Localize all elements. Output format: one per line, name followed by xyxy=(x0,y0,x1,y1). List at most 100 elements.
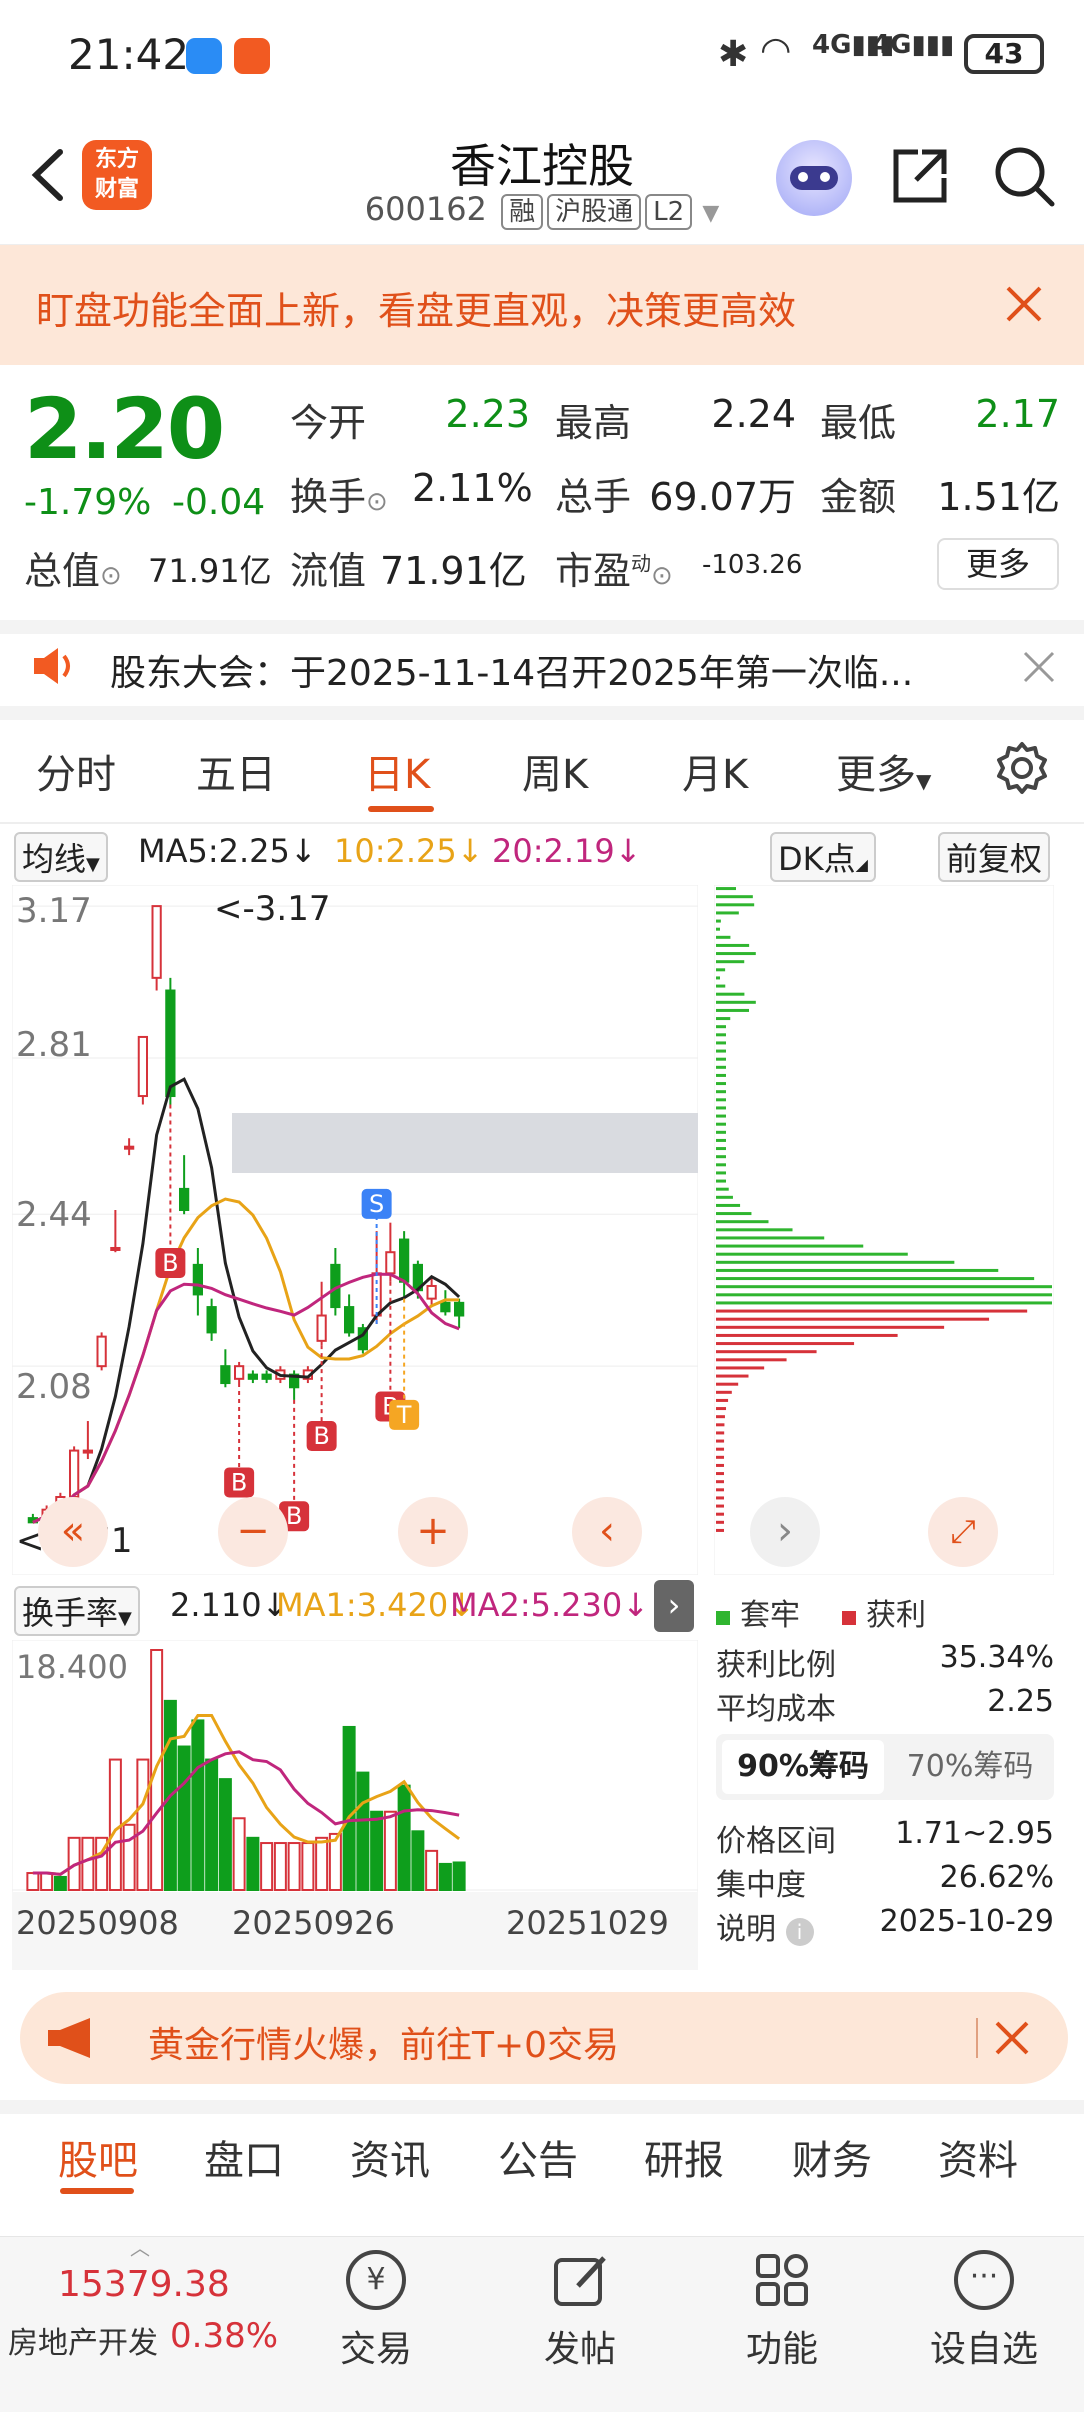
candle xyxy=(220,1365,231,1385)
candle xyxy=(179,1187,190,1212)
chip-bar xyxy=(716,1366,765,1370)
expand-icon[interactable]: ⤢ xyxy=(928,1497,998,1567)
signal-label: B xyxy=(313,1422,329,1450)
footer-function-label[interactable]: 功能 xyxy=(712,2320,852,2372)
signal-label: T xyxy=(396,1401,412,1429)
chip-bar xyxy=(716,1260,955,1264)
share-icon[interactable] xyxy=(888,144,952,208)
turnover-label[interactable]: 换手⊙ xyxy=(290,466,388,521)
info-icon: i xyxy=(785,1918,814,1946)
chip-bar xyxy=(716,943,750,947)
zoom-out-icon[interactable]: − xyxy=(218,1497,288,1567)
legend-profit: 获利 xyxy=(842,1590,926,1634)
promo-close-icon[interactable] xyxy=(994,2020,1030,2056)
chip-bar xyxy=(716,1439,725,1443)
chip-bar xyxy=(716,1041,726,1045)
tab-guba[interactable]: 股吧 xyxy=(58,2128,138,2186)
kline-chart[interactable]: BBBBBST 3.17 2.81 2.44 2.08 <-3.17 <-1.7… xyxy=(11,884,699,1576)
active-tab-indicator xyxy=(368,806,434,812)
turnover-bar xyxy=(397,1784,411,1891)
candle xyxy=(344,1306,355,1334)
tab-research[interactable]: 研报 xyxy=(644,2128,724,2186)
max-price-label: <-3.17 xyxy=(214,889,331,929)
index-value[interactable]: 15379.38 xyxy=(58,2264,230,2305)
volume-value: 69.07万 xyxy=(649,475,796,519)
signal-label: S xyxy=(369,1190,384,1218)
total-cap-label[interactable]: 总值⊙ xyxy=(24,540,122,595)
bottom-active-indicator xyxy=(60,2188,134,2194)
chip-bar xyxy=(716,1301,1052,1305)
signal-label: B xyxy=(286,1502,302,1530)
tab-profile[interactable]: 资料 xyxy=(938,2128,1018,2186)
candle xyxy=(82,1449,93,1454)
turnover-bar xyxy=(315,1836,329,1891)
tab-monthly-k[interactable]: 月K xyxy=(682,742,748,800)
chip-bar xyxy=(716,1415,725,1419)
tab-announcements[interactable]: 公告 xyxy=(498,2128,578,2186)
adjust-select[interactable]: 前复权 xyxy=(938,832,1051,882)
chip-bar xyxy=(716,1049,726,1053)
notice-close-icon[interactable] xyxy=(1022,650,1056,684)
turnover-bar xyxy=(218,1778,232,1891)
chip-bar xyxy=(716,1057,726,1061)
dk-point-select[interactable]: DK点◢ xyxy=(770,832,876,882)
candle xyxy=(247,1373,258,1380)
tab-chip-90[interactable]: 90%筹码 xyxy=(722,1740,884,1794)
tab-news[interactable]: 资讯 xyxy=(350,2128,430,2186)
edit-post-icon[interactable] xyxy=(550,2250,610,2310)
signal-label: B xyxy=(231,1468,247,1496)
footer-post-label[interactable]: 发帖 xyxy=(510,2320,650,2372)
function-grid-icon[interactable] xyxy=(752,2250,812,2310)
tab-five-day[interactable]: 五日 xyxy=(196,742,276,800)
candle xyxy=(399,1238,410,1283)
chip-bar xyxy=(716,1212,752,1216)
float-cap-value: 71.91亿 xyxy=(380,549,527,593)
candle xyxy=(206,1306,217,1334)
pan-left-icon[interactable]: « xyxy=(38,1497,108,1567)
close-icon[interactable] xyxy=(1004,284,1044,324)
footer-trade-label[interactable]: 交易 xyxy=(306,2320,446,2372)
note-label[interactable]: 说明 i xyxy=(716,1904,814,1948)
zoom-in-icon[interactable]: + xyxy=(398,1497,468,1567)
tab-pankou[interactable]: 盘口 xyxy=(204,2128,284,2186)
gear-icon[interactable] xyxy=(994,740,1050,796)
turnover-chart[interactable]: 18.400 20250908 20250926 20251029 xyxy=(11,1639,699,1971)
chip-distribution[interactable]: › ⤢ xyxy=(713,884,1055,1576)
tab-more[interactable]: 更多▼ xyxy=(836,742,931,800)
chip-bar xyxy=(716,895,753,899)
search-icon[interactable] xyxy=(992,144,1056,208)
avg-cost-value: 2.25 xyxy=(987,1684,1054,1719)
chip-bar xyxy=(716,976,720,980)
chip-bar xyxy=(716,1293,1052,1297)
trade-icon[interactable]: ¥ xyxy=(346,2250,406,2310)
candle xyxy=(261,1373,272,1380)
add-watchlist-icon[interactable]: ··· xyxy=(954,2250,1014,2310)
turnover-bar xyxy=(411,1830,425,1892)
robot-assistant-icon[interactable] xyxy=(776,140,852,216)
chevron-down-icon: ▼ xyxy=(916,769,932,793)
chip-bar xyxy=(716,887,736,891)
tab-daily-k[interactable]: 日K xyxy=(364,742,430,800)
candle xyxy=(454,1301,465,1317)
pe-label[interactable]: 市盈动⊙ xyxy=(555,540,673,595)
footer-watchlist-label[interactable]: 设自选 xyxy=(914,2320,1054,2372)
tab-chip-70[interactable]: 70%筹码 xyxy=(890,1740,1050,1794)
turnover-bar xyxy=(26,1872,40,1891)
collapse-panel-icon[interactable]: › xyxy=(654,1580,694,1632)
sub-indicator-select[interactable]: 换手率▼ xyxy=(14,1586,140,1636)
chip-bar xyxy=(716,1398,729,1402)
tab-finance[interactable]: 财务 xyxy=(792,2128,872,2186)
tab-intraday[interactable]: 分时 xyxy=(36,742,116,800)
more-button[interactable]: 更多 xyxy=(937,538,1059,590)
prev-icon[interactable]: ‹ xyxy=(572,1497,642,1567)
promo-divider xyxy=(976,2018,978,2058)
tab-weekly-k[interactable]: 周K xyxy=(522,742,588,800)
turnover-bar xyxy=(383,1810,397,1892)
chip-bar xyxy=(716,919,721,923)
next-icon[interactable]: › xyxy=(750,1497,820,1567)
chip-bar xyxy=(716,1277,1035,1281)
chip-bar xyxy=(716,968,726,972)
chip-bar xyxy=(716,1350,817,1354)
indicator-select[interactable]: 均线▼ xyxy=(14,832,108,882)
turnover-bar xyxy=(246,1836,260,1891)
